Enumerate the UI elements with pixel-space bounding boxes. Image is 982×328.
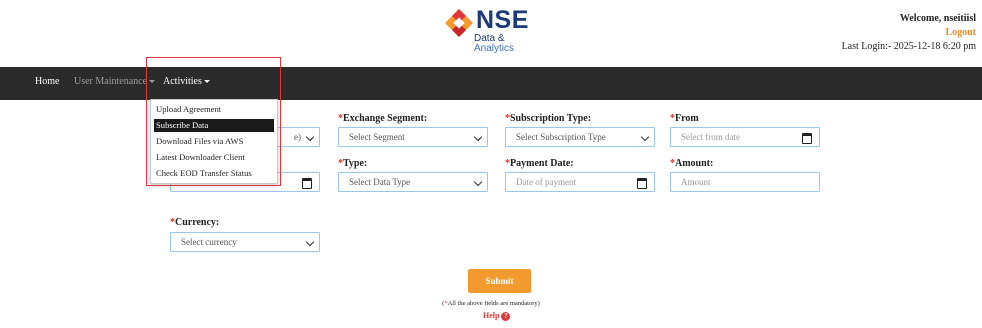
from-date-placeholder: Select from date	[681, 132, 740, 142]
currency-label-text: Currency:	[175, 217, 220, 228]
brand-subtitle: Data & Analytics	[474, 34, 554, 54]
payment-date-label-text: Payment Date:	[510, 158, 574, 169]
partial-select-text: e)	[294, 132, 301, 142]
subscription-type-label-text: Subscription Type:	[510, 113, 592, 124]
user-info: Welcome, nseitiisl Logout Last Login:- 2…	[842, 12, 976, 54]
logout-link[interactable]: Logout	[842, 26, 976, 40]
caret-down-icon	[203, 80, 210, 84]
last-login-text: Last Login:- 2025-12-18 6:20 pm	[841, 41, 976, 52]
nav-home[interactable]: Home	[35, 67, 59, 100]
amount-label: *Amount:	[670, 158, 713, 169]
mandatory-note-text: All the above fields are mandatory	[447, 300, 538, 307]
type-label: *Type:	[338, 158, 367, 169]
chevron-down-icon	[640, 132, 650, 142]
brand-name: NSE	[476, 6, 529, 34]
chevron-down-icon	[473, 177, 483, 187]
from-date-input[interactable]: Select from date	[670, 127, 820, 147]
nav-activities[interactable]: Activities	[163, 67, 210, 100]
data-type-value: Select Data Type	[349, 177, 411, 187]
nav-activities-label: Activities	[163, 76, 202, 87]
caret-down-icon	[149, 80, 156, 84]
nse-logo-mark-icon	[445, 9, 473, 37]
payment-date-label: *Payment Date:	[505, 158, 574, 169]
subscription-type-value: Select Subscription Type	[516, 132, 606, 142]
main-navbar: Home User Maintenance Activities	[0, 67, 982, 100]
payment-date-input[interactable]: Date of payment	[505, 172, 655, 192]
help-label: Help	[483, 311, 500, 320]
activities-dropdown-menu: Upload Agreement Subscribe Data Download…	[150, 99, 278, 184]
from-label: *From	[670, 113, 699, 124]
currency-select[interactable]: Select currency	[170, 232, 320, 252]
exchange-segment-select[interactable]: Select Segment	[338, 127, 488, 147]
chevron-down-icon	[305, 132, 315, 142]
from-label-text: From	[675, 113, 699, 124]
exchange-segment-label-text: Exchange Segment:	[343, 113, 428, 124]
exchange-segment-label: *Exchange Segment:	[338, 113, 427, 124]
chevron-down-icon	[305, 237, 315, 247]
chevron-down-icon	[473, 132, 483, 142]
amount-placeholder: Amount	[681, 177, 711, 187]
nav-home-label: Home	[35, 76, 60, 87]
subscription-type-label: *Subscription Type:	[505, 113, 591, 124]
menu-item-latest-downloader-client[interactable]: Latest Downloader Client	[154, 151, 274, 164]
data-type-select[interactable]: Select Data Type	[338, 172, 488, 192]
calendar-icon[interactable]	[637, 178, 647, 189]
nse-logo: NSE Data & Analytics	[444, 6, 564, 58]
submit-button[interactable]: Submit	[468, 269, 531, 293]
amount-input[interactable]: Amount	[670, 172, 820, 192]
subscription-type-select[interactable]: Select Subscription Type	[505, 127, 655, 147]
help-icon: ?	[501, 311, 511, 321]
menu-item-upload-agreement[interactable]: Upload Agreement	[154, 103, 274, 116]
help-link[interactable]: Help?	[483, 311, 511, 321]
welcome-text: Welcome, nseitiisl	[899, 13, 976, 24]
exchange-segment-value: Select Segment	[349, 132, 405, 142]
calendar-icon[interactable]	[802, 133, 812, 144]
menu-item-check-eod-transfer-status[interactable]: Check EOD Transfer Status	[154, 167, 274, 180]
currency-label: *Currency:	[170, 217, 219, 228]
nav-user-maintenance[interactable]: User Maintenance	[74, 67, 156, 100]
type-label-text: Type:	[343, 158, 368, 169]
amount-label-text: Amount:	[675, 158, 714, 169]
currency-value: Select currency	[181, 237, 237, 247]
mandatory-note: (*All the above fields are mandatory)	[442, 300, 540, 307]
nav-user-maintenance-label: User Maintenance	[74, 76, 148, 87]
menu-item-subscribe-data[interactable]: Subscribe Data	[154, 119, 274, 132]
menu-item-download-files-aws[interactable]: Download Files via AWS	[154, 135, 274, 148]
calendar-icon[interactable]	[302, 178, 312, 189]
payment-date-placeholder: Date of payment	[516, 177, 576, 187]
brand-subtitle-line2: Analytics	[474, 43, 515, 54]
